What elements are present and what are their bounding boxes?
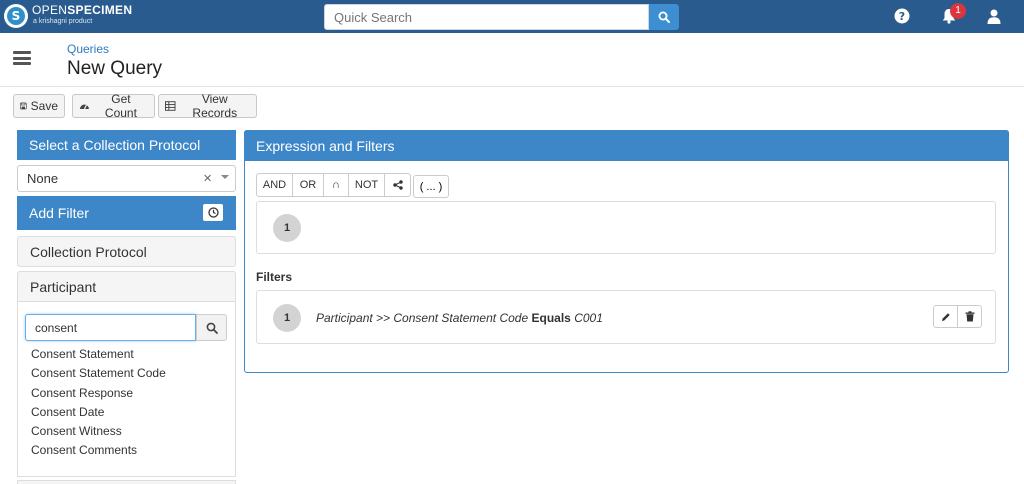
brand-name[interactable]: OPENSPECIMEN bbox=[32, 4, 132, 17]
filter-description: Participant >> Consent Statement Code Eq… bbox=[316, 311, 603, 325]
clock-icon bbox=[207, 207, 219, 218]
user-menu-button[interactable] bbox=[986, 8, 1002, 24]
or-operator-button[interactable]: OR bbox=[292, 173, 324, 197]
pencil-icon bbox=[941, 312, 950, 321]
app-logo[interactable]: S bbox=[4, 4, 28, 28]
logo-mark: S bbox=[7, 7, 25, 25]
field-search-button[interactable] bbox=[196, 314, 227, 341]
brand-subtitle: a krishagni product bbox=[33, 18, 93, 25]
filter-number: 1 bbox=[273, 304, 301, 332]
expression-area[interactable] bbox=[256, 201, 996, 254]
not-operator-button[interactable]: NOT bbox=[348, 173, 385, 197]
parentheses-button[interactable]: ( ... ) bbox=[413, 175, 449, 198]
cp-selected-value: None bbox=[27, 171, 59, 186]
dashboard-icon bbox=[79, 104, 89, 110]
expression-panel-header: Expression and Filters bbox=[244, 130, 1009, 161]
help-button[interactable]: ? bbox=[894, 8, 910, 24]
clear-selection-icon[interactable]: ✕ bbox=[203, 172, 212, 185]
floppy-icon bbox=[20, 102, 27, 110]
filters-heading: Filters bbox=[256, 270, 293, 284]
brand-specimen: SPECIMEN bbox=[67, 3, 133, 17]
save-label: Save bbox=[30, 99, 58, 113]
save-button[interactable]: Save bbox=[13, 94, 65, 118]
filter-field-path: Participant >> Consent Statement Code bbox=[316, 311, 529, 325]
delete-filter-button[interactable] bbox=[957, 305, 982, 328]
form-next-collapsed[interactable] bbox=[17, 480, 236, 484]
form-participant[interactable]: Participant bbox=[17, 271, 236, 302]
search-icon bbox=[206, 322, 218, 334]
field-item[interactable]: Consent Witness bbox=[31, 423, 166, 442]
user-icon bbox=[987, 9, 1001, 24]
filter-actions bbox=[933, 305, 982, 328]
notification-count-badge[interactable]: 1 bbox=[950, 3, 966, 19]
field-item[interactable]: Consent Response bbox=[31, 385, 166, 404]
share-alt-icon bbox=[392, 180, 403, 190]
question-circle-icon: ? bbox=[894, 8, 910, 24]
svg-text:?: ? bbox=[899, 10, 905, 23]
get-count-label: Get Count bbox=[104, 92, 137, 120]
form-collection-protocol[interactable]: Collection Protocol bbox=[17, 236, 236, 267]
filter-value: C001 bbox=[574, 311, 603, 325]
get-count-button[interactable]: Get Count bbox=[72, 92, 155, 120]
expression-token[interactable]: 1 bbox=[273, 214, 301, 242]
share-operator-button[interactable] bbox=[384, 173, 411, 197]
breadcrumb-queries[interactable]: Queries bbox=[67, 42, 109, 56]
quick-search-input[interactable] bbox=[324, 4, 649, 30]
collection-protocol-panel-header: Select a Collection Protocol bbox=[17, 130, 236, 160]
field-list: Consent Statement Consent Statement Code… bbox=[31, 346, 166, 462]
page-title: New Query bbox=[67, 58, 163, 79]
quick-search-button[interactable] bbox=[649, 4, 679, 30]
hamburger-menu-icon[interactable] bbox=[13, 51, 31, 65]
field-item[interactable]: Consent Statement bbox=[31, 346, 166, 365]
and-operator-button[interactable]: AND bbox=[256, 173, 293, 197]
trash-icon bbox=[965, 311, 974, 322]
filter-operator: Equals bbox=[531, 311, 571, 325]
edit-filter-button[interactable] bbox=[933, 305, 958, 328]
intersect-operator-button[interactable]: ∩ bbox=[323, 173, 349, 197]
field-search-input[interactable] bbox=[25, 314, 196, 341]
recent-history-button[interactable] bbox=[203, 204, 223, 221]
search-icon bbox=[658, 11, 670, 23]
chevron-down-icon[interactable] bbox=[221, 175, 229, 179]
view-records-label: View Records bbox=[192, 92, 238, 120]
table-icon bbox=[165, 101, 176, 111]
brand-open: OPEN bbox=[32, 3, 68, 17]
header-divider bbox=[0, 86, 1024, 87]
field-item[interactable]: Consent Comments bbox=[31, 442, 166, 461]
field-item[interactable]: Consent Date bbox=[31, 404, 166, 423]
field-item[interactable]: Consent Statement Code bbox=[31, 365, 166, 384]
view-records-button[interactable]: View Records bbox=[158, 92, 257, 120]
operator-button-group: AND OR ∩ NOT bbox=[256, 173, 411, 197]
